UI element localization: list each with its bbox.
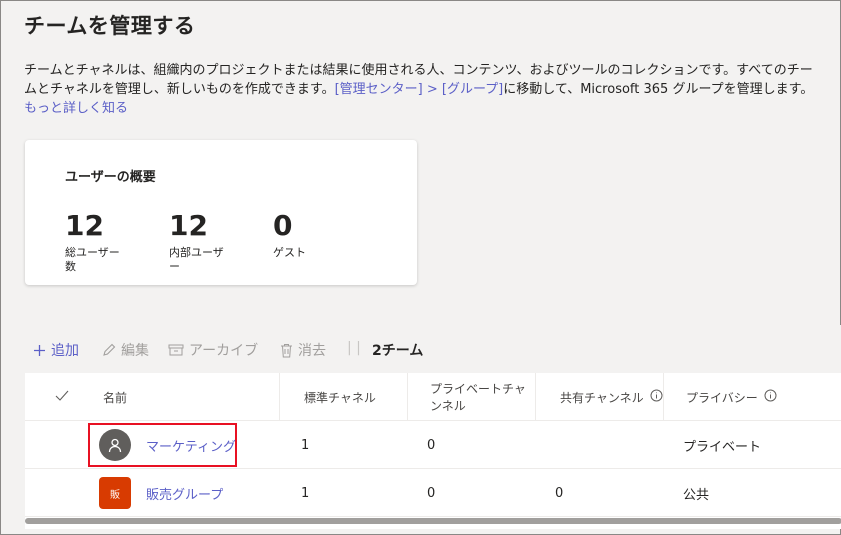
column-header-standard-channels[interactable]: 標準チャネル: [279, 373, 407, 421]
learn-more-link[interactable]: もっと詳しく知る: [24, 101, 128, 116]
metric-total-users: 12 総ユーザー 数: [65, 210, 120, 274]
table-header: 名前 標準チャネル プライベートチャンネル 共有チャンネル プライバシー: [25, 373, 841, 421]
metric-guests: 0 ゲスト: [273, 210, 306, 260]
highlight-box: [88, 423, 237, 467]
metric-label-line: 数: [65, 260, 76, 273]
column-header-privacy[interactable]: プライバシー: [663, 373, 841, 421]
group-avatar-icon: 販: [99, 477, 131, 509]
metric-value: 0: [273, 209, 293, 242]
user-overview-title: ユーザーの概要: [65, 170, 156, 185]
trash-icon: [280, 343, 293, 358]
metric-label-line: ゲスト: [273, 246, 306, 259]
metric-value: 12: [65, 209, 104, 242]
edit-button[interactable]: 編集: [102, 340, 149, 360]
metric-label-line: 内部ユーザ: [169, 246, 224, 259]
archive-button[interactable]: アーカイブ: [168, 340, 258, 360]
privacy-value: 公共: [683, 487, 710, 503]
toolbar-separator: | |: [347, 340, 361, 356]
archive-icon: [168, 343, 184, 357]
horizontal-scrollbar[interactable]: [25, 518, 841, 524]
admin-center-nav-link[interactable]: [管理センター] > [グループ]: [335, 82, 504, 97]
shared-channels-count: 0: [555, 485, 564, 501]
standard-channels-count: 1: [301, 485, 310, 501]
plus-icon: [33, 344, 46, 357]
add-label: 追加: [51, 343, 79, 359]
standard-channels-count: 1: [301, 437, 310, 453]
page-description: チームとチャネルは、組織内のプロジェクトまたは結果に使用される人、コンテンツ、お…: [24, 61, 814, 118]
description-suffix: に移動して、Microsoft 365 グループを管理します。: [503, 82, 814, 97]
pencil-icon: [102, 343, 116, 357]
metric-value: 12: [169, 209, 208, 242]
column-header-name[interactable]: 名前: [103, 373, 279, 421]
metric-label-line: ー: [169, 260, 180, 273]
shared-channels-label: 共有チャンネル: [560, 390, 644, 405]
metric-label: ゲスト: [273, 246, 306, 260]
privacy-value: プライベート: [683, 439, 762, 455]
team-avatar: 販: [99, 469, 131, 517]
info-icon[interactable]: [764, 389, 777, 405]
team-count: 2チーム: [372, 343, 424, 359]
delete-button[interactable]: 消去: [280, 340, 326, 360]
teams-table-area: 追加 編集 アーカイブ 消去 | | 2チーム 名前 標準チャネル プライベート…: [25, 325, 841, 529]
checkmark-icon: [55, 390, 69, 405]
table-row[interactable]: 販 販売グループ 1 0 0 公共: [25, 469, 841, 517]
archive-label: アーカイブ: [189, 343, 259, 359]
add-button[interactable]: 追加: [33, 340, 79, 360]
toolbar: 追加 編集 アーカイブ 消去 | | 2チーム: [25, 325, 841, 373]
edit-label: 編集: [121, 343, 149, 359]
metric-label-line: 総ユーザー: [65, 246, 120, 259]
column-header-shared-channels[interactable]: 共有チャンネル: [535, 373, 663, 421]
private-channels-count: 0: [427, 437, 436, 453]
metric-label: 内部ユーザ ー: [169, 246, 224, 274]
privacy-label: プライバシー: [686, 390, 758, 405]
metric-label: 総ユーザー 数: [65, 246, 120, 274]
page-title: チームを管理する: [24, 14, 196, 38]
delete-label: 消去: [298, 343, 326, 359]
info-icon[interactable]: [650, 389, 663, 405]
select-all-checkbox[interactable]: [55, 373, 79, 421]
team-name-link[interactable]: 販売グループ: [146, 469, 223, 517]
user-overview-card: ユーザーの概要 12 総ユーザー 数 12 内部ユーザ ー 0 ゲスト: [25, 140, 417, 285]
metric-internal-users: 12 内部ユーザ ー: [169, 210, 224, 274]
private-channels-count: 0: [427, 485, 436, 501]
column-header-private-channels[interactable]: プライベートチャンネル: [407, 373, 535, 421]
